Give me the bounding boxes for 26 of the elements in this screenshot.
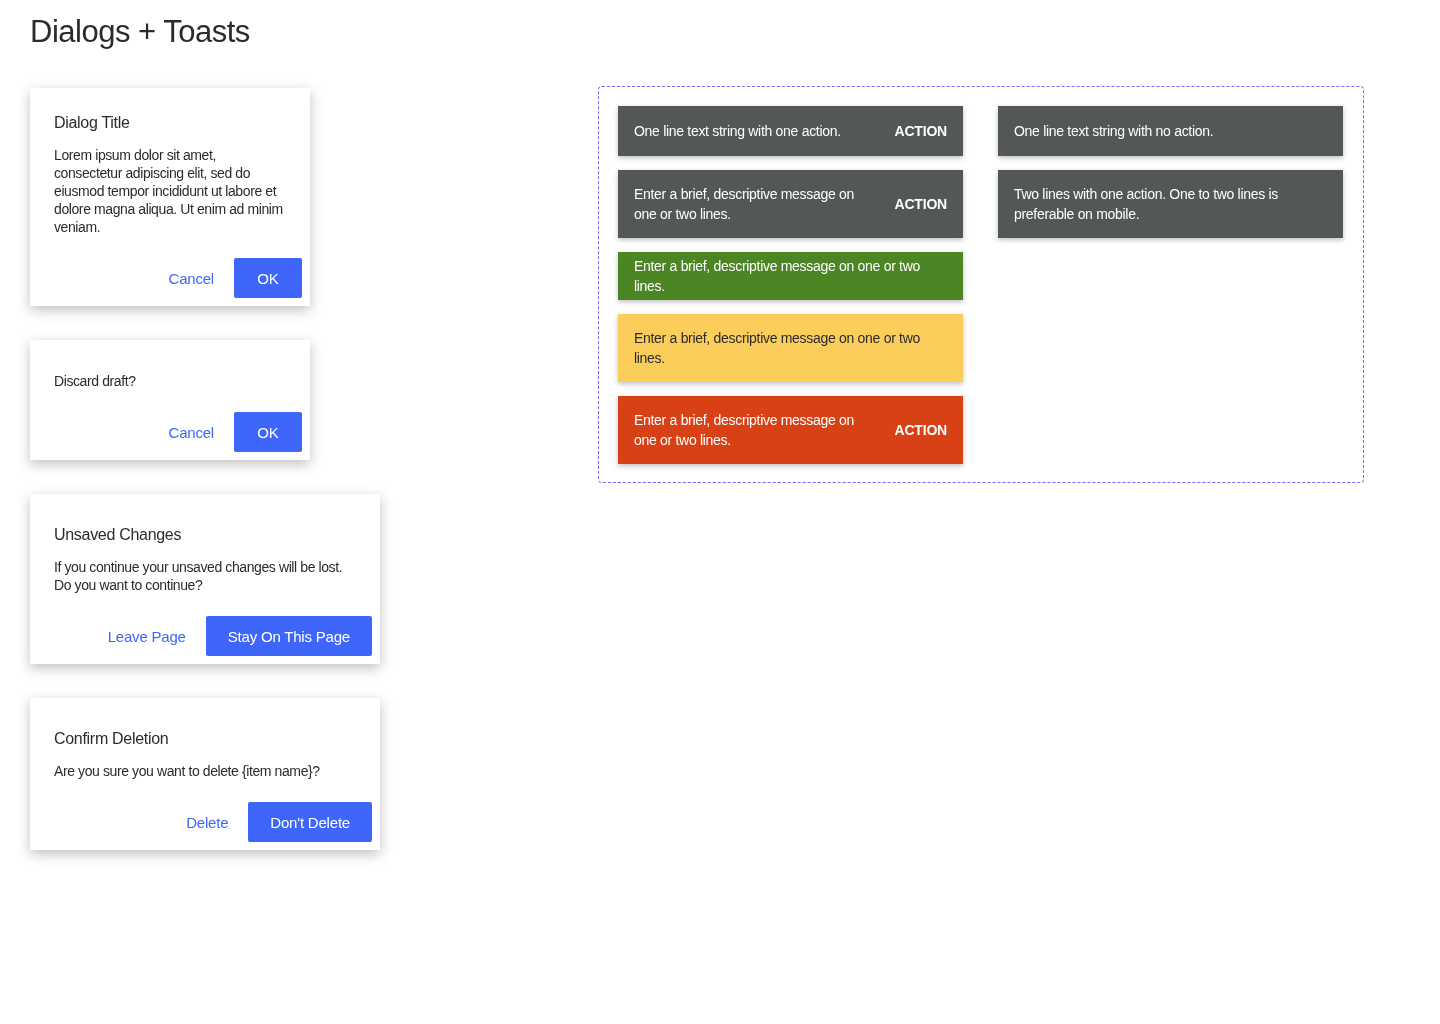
primary-button[interactable]: Don't Delete: [248, 802, 372, 842]
dialog-message: Discard draft?: [54, 372, 137, 390]
toast-action-button[interactable]: ACTION: [894, 422, 947, 438]
primary-button[interactable]: OK: [234, 412, 302, 452]
toast-message: Enter a brief, descriptive message on one or two lines.: [634, 257, 921, 296]
secondary-button[interactable]: Leave Page: [91, 617, 202, 655]
toast-action-button[interactable]: ACTION: [894, 123, 947, 139]
dialog-message: Are you sure you want to delete {item name}?: [54, 762, 321, 780]
dialog-message: Lorem ipsum dolor sit amet, consectetur adipiscing elit, sed do eiusmod tempor incididunt ut labore et dolore magna aliqua. Ut enim ad minim veniam.: [54, 146, 284, 236]
secondary-button[interactable]: Delete: [170, 803, 245, 841]
primary-button[interactable]: OK: [234, 258, 302, 298]
dialog-message: If you continue your unsaved changes will be lost. Do you want to continue?: [54, 558, 344, 594]
toast-message: One line text string with one action.: [634, 122, 841, 141]
dialog-title: Confirm Deletion: [54, 730, 170, 748]
toast-message: One line text string with no action.: [1014, 122, 1214, 141]
toast-message: Enter a brief, descriptive message on one or two lines.: [634, 185, 856, 224]
secondary-button[interactable]: Cancel: [152, 259, 230, 297]
toast-message: Two lines with one action. One to two lines is preferable on mobile.: [1014, 185, 1279, 224]
dialog-title: Dialog Title: [54, 114, 131, 132]
primary-button[interactable]: Stay On This Page: [205, 616, 372, 656]
toast-message: Enter a brief, descriptive message on one or two lines.: [634, 329, 921, 368]
toast-action-button[interactable]: ACTION: [894, 196, 947, 212]
secondary-button[interactable]: Cancel: [152, 413, 230, 451]
dialog-title: Unsaved Changes: [54, 526, 183, 544]
toast-message: Enter a brief, descriptive message on one or two lines.: [634, 411, 856, 450]
page-title: Dialogs + Toasts: [30, 14, 251, 50]
